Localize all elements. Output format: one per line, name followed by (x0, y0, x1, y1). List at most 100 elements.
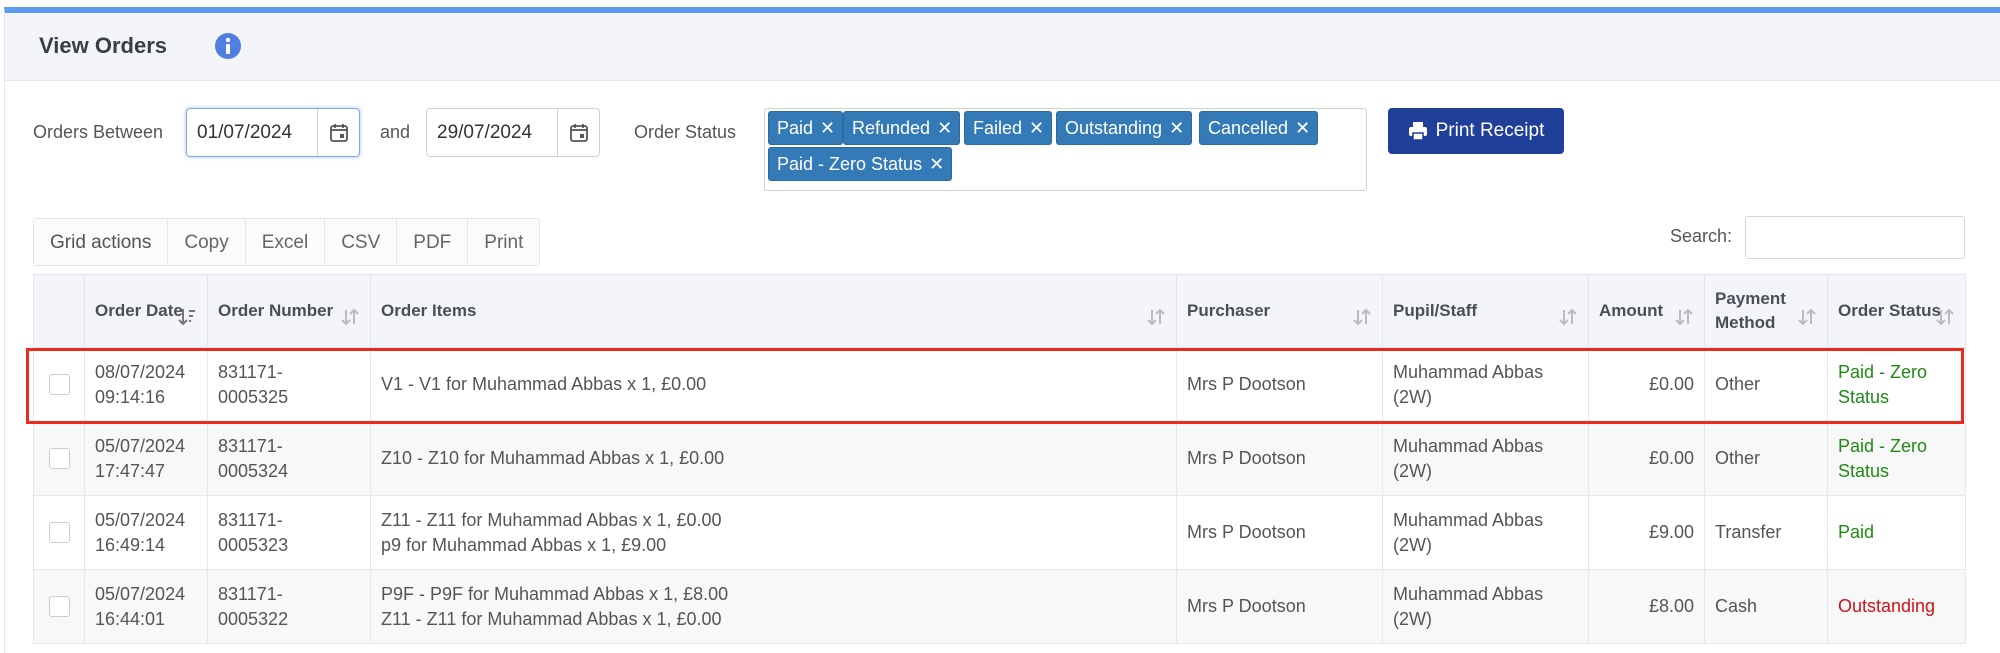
status-tag-refunded[interactable]: Refunded ✕ (843, 111, 961, 145)
calendar-icon[interactable] (317, 109, 359, 156)
tag-label: Paid (777, 118, 814, 138)
tag-label: Refunded (852, 118, 931, 138)
purchaser-cell: Mrs P Dootson (1176, 569, 1383, 644)
order-status-cell: Paid - Zero Status (1827, 347, 1966, 422)
order-number-suffix: 0005325 (218, 386, 289, 407)
col-order-number[interactable]: Order Number (207, 274, 371, 348)
pupil-class: (2W) (1393, 460, 1432, 481)
order-status-cell: Paid - Zero Status (1827, 421, 1966, 496)
sort-icon[interactable] (1935, 307, 1955, 327)
info-circle-icon[interactable] (214, 32, 242, 60)
pupil-staff-cell: Muhammad Abbas (2W) (1382, 347, 1589, 422)
pupil-staff-cell: Muhammad Abbas (2W) (1382, 421, 1589, 496)
col-order-status[interactable]: Order Status (1827, 274, 1966, 348)
sort-desc-icon[interactable] (177, 307, 197, 327)
row-select-cell[interactable] (33, 347, 85, 422)
remove-tag-icon[interactable]: ✕ (1295, 118, 1310, 138)
sort-icon[interactable] (1797, 307, 1817, 327)
col-payment-method[interactable]: Payment Method (1704, 274, 1828, 348)
col-purchaser[interactable]: Purchaser (1176, 274, 1383, 348)
page-title: View Orders (39, 33, 167, 58)
sort-icon[interactable] (340, 307, 360, 327)
search-input[interactable] (1745, 216, 1965, 259)
order-date-cell: 05/07/2024 16:49:14 (84, 495, 208, 570)
status-tag-failed[interactable]: Failed ✕ (964, 111, 1053, 145)
excel-button[interactable]: Excel (244, 219, 325, 265)
order-time: 17:47:47 (95, 460, 166, 481)
order-number-cell: 831171- 0005323 (207, 495, 371, 570)
col-order-date[interactable]: Order Date (84, 274, 208, 348)
print-button[interactable]: Print (467, 219, 540, 265)
order-items-cell: Z10 - Z10 for Muhammad Abbas x 1, £0.00 (370, 421, 1177, 496)
remove-tag-icon[interactable]: ✕ (820, 118, 835, 138)
search-label: Search: (1670, 226, 1733, 246)
sort-icon[interactable] (1352, 307, 1372, 327)
from-date-value[interactable]: 01/07/2024 (187, 109, 317, 156)
remove-tag-icon[interactable]: ✕ (937, 118, 952, 138)
grid-actions-label: Grid actions (34, 219, 168, 265)
remove-tag-icon[interactable]: ✕ (1029, 118, 1044, 138)
order-number-prefix: 831171- (218, 509, 283, 530)
row-select-cell[interactable] (33, 569, 85, 644)
sort-icon[interactable] (1674, 307, 1694, 327)
order-date-cell: 05/07/2024 16:44:01 (84, 569, 208, 644)
order-time: 16:49:14 (95, 534, 166, 555)
to-date-field[interactable]: 29/07/2024 (426, 108, 600, 157)
from-date-field[interactable]: 01/07/2024 (186, 108, 360, 157)
sort-icon[interactable] (1146, 307, 1166, 327)
order-item: p9 for Muhammad Abbas x 1, £9.00 (381, 534, 667, 555)
order-status-cell: Paid (1827, 495, 1966, 570)
table-row[interactable]: 05/07/2024 16:49:14 831171- 0005323 Z11 - … (33, 495, 1966, 570)
order-date-cell: 05/07/2024 17:47:47 (84, 421, 208, 496)
tag-label: Cancelled (1208, 118, 1289, 138)
order-item: Z10 - Z10 for Muhammad Abbas x 1, £0.00 (381, 448, 725, 468)
status-tag-paid[interactable]: Paid ✕ (768, 111, 844, 145)
remove-tag-icon[interactable]: ✕ (1169, 118, 1184, 138)
amount-cell: £8.00 (1588, 569, 1705, 644)
payment-method-cell: Other (1704, 421, 1828, 496)
order-date: 05/07/2024 (95, 583, 186, 604)
column-label: Order Number (218, 301, 334, 320)
row-checkbox[interactable] (48, 374, 70, 395)
order-number-suffix: 0005323 (218, 534, 289, 555)
table-row[interactable]: 08/07/2024 09:14:16 831171- 0005325 V1 - V… (33, 347, 1966, 422)
order-status-multiselect[interactable]: Paid ✕ Refunded ✕ Failed ✕ Outstanding ✕ Can… (764, 108, 1367, 191)
print-receipt-button[interactable]: Print Receipt (1388, 108, 1564, 154)
status-tag-paid-zero[interactable]: Paid - Zero Status ✕ (768, 147, 953, 181)
row-checkbox[interactable] (48, 448, 70, 469)
table-row[interactable]: 05/07/2024 16:44:01 831171- 0005322 P9F - … (33, 569, 1966, 644)
row-select-cell[interactable] (33, 421, 85, 496)
order-date: 05/07/2024 (95, 509, 186, 530)
to-date-value[interactable]: 29/07/2024 (427, 109, 557, 156)
order-date-cell: 08/07/2024 09:14:16 (84, 347, 208, 422)
order-item: Z11 - Z11 for Muhammad Abbas x 1, £0.00 (381, 608, 722, 629)
order-status-label: Order Status (634, 122, 737, 142)
payment-method-cell: Other (1704, 347, 1828, 422)
pupil-name: Muhammad Abbas (1393, 509, 1544, 530)
col-pupil-staff[interactable]: Pupil/Staff (1382, 274, 1589, 348)
csv-button[interactable]: CSV (324, 219, 397, 265)
column-label: Order Items (381, 301, 477, 320)
pdf-button[interactable]: PDF (396, 219, 468, 265)
sort-icon[interactable] (1558, 307, 1578, 327)
row-checkbox[interactable] (48, 596, 70, 617)
remove-tag-icon[interactable]: ✕ (929, 154, 944, 174)
order-item: P9F - P9F for Muhammad Abbas x 1, £8.00 (381, 583, 729, 604)
status-tag-cancelled[interactable]: Cancelled ✕ (1199, 111, 1319, 145)
row-checkbox[interactable] (48, 522, 70, 543)
amount-cell: £9.00 (1588, 495, 1705, 570)
column-label: Purchaser (1187, 301, 1271, 320)
row-select-cell[interactable] (33, 495, 85, 570)
col-order-items[interactable]: Order Items (370, 274, 1177, 348)
tag-label: Outstanding (1065, 118, 1163, 138)
order-date: 05/07/2024 (95, 435, 186, 456)
col-amount[interactable]: Amount (1588, 274, 1705, 348)
order-items-cell: V1 - V1 for Muhammad Abbas x 1, £0.00 (370, 347, 1177, 422)
status-tag-outstanding[interactable]: Outstanding ✕ (1056, 111, 1193, 145)
table-row[interactable]: 05/07/2024 17:47:47 831171- 0005324 Z10 - … (33, 421, 1966, 496)
calendar-icon[interactable] (557, 109, 599, 156)
pupil-name: Muhammad Abbas (1393, 583, 1544, 604)
orders-table: Order Date Order Number Order Items Purc… (33, 274, 1966, 644)
copy-button[interactable]: Copy (167, 219, 245, 265)
pupil-name: Muhammad Abbas (1393, 361, 1544, 382)
